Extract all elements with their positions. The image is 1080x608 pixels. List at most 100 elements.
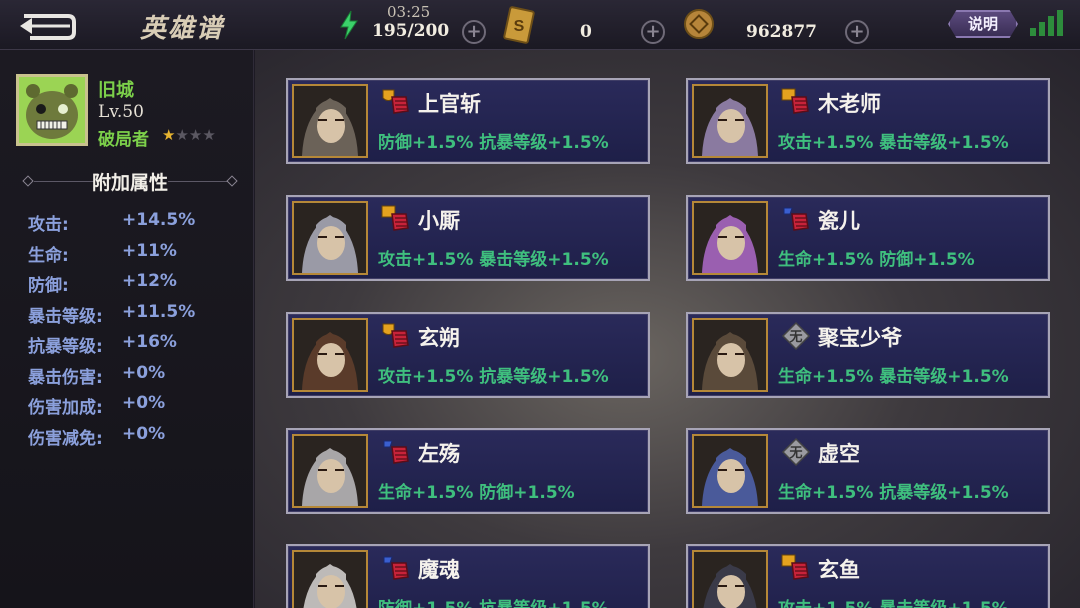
hero-stats: 攻击+1.5% 暴击等级+1.5% (378, 250, 609, 270)
player-level: Lv.50 (98, 102, 144, 122)
avatar[interactable] (16, 74, 88, 146)
hero-stats: 生命+1.5% 防御+1.5% (778, 250, 975, 270)
hero-stats: 生命+1.5% 抗暴等级+1.5% (778, 483, 1009, 503)
hero-card[interactable]: 小厮攻击+1.5% 暴击等级+1.5% (286, 195, 650, 281)
hero-portrait (292, 201, 368, 275)
attribute-value: +0% (122, 423, 166, 444)
neutral-badge-icon: 无 (780, 437, 812, 467)
hero-portrait (692, 434, 768, 508)
hero-portrait (692, 84, 768, 158)
star-empty-icon: ★ (175, 126, 189, 144)
attribute-value: +11.5% (122, 301, 196, 322)
hero-card[interactable]: 木老师攻击+1.5% 暴击等级+1.5% (686, 78, 1050, 164)
hero-card[interactable]: 瓷儿生命+1.5% 防御+1.5% (686, 195, 1050, 281)
hero-card[interactable]: 左殇 生命+1.5% 防御+1.5% (286, 428, 650, 514)
svg-text:无: 无 (788, 446, 802, 461)
attribute-row: 抗暴等级: +16% (28, 332, 248, 363)
top-bar: 英雄谱 03:25 195/200 + S 0 + 962877 + 说明 (0, 0, 1080, 50)
attribute-label: 生命: (28, 245, 69, 266)
add-coins-button[interactable]: + (845, 20, 869, 44)
hero-name: 瓷儿 (818, 209, 860, 233)
neutral-badge-icon: 无 (780, 321, 812, 351)
hero-portrait (292, 318, 368, 392)
coin-icon (684, 9, 714, 39)
hero-name: 玄朔 (418, 326, 460, 350)
attribute-label: 伤害减免: (28, 428, 103, 449)
player-name: 旧城 (98, 80, 134, 101)
star-filled-icon: ★ (162, 126, 176, 144)
attribute-label: 攻击: (28, 215, 69, 235)
hero-name: 魔魂 (418, 558, 460, 582)
divider-line-right (168, 181, 228, 182)
signal-icon (1030, 10, 1064, 36)
fist-icon (380, 437, 412, 467)
attribute-row: 生命: +11% (28, 241, 248, 272)
zombie-face-icon (19, 77, 85, 143)
shield-fist-icon (380, 87, 412, 117)
attribute-value: +14.5% (122, 210, 196, 230)
hero-portrait (692, 201, 768, 275)
attribute-list: 攻击: +14.5% 生命: +11% 防御: +12% 暴击等级: +11.5% 抗暴等级: +… (28, 210, 248, 454)
attribute-row: 暴击伤害: +0% (28, 363, 248, 394)
hero-portrait (692, 550, 768, 608)
back-arrow-icon[interactable] (18, 10, 78, 42)
stamina-value: 195/200 (372, 21, 450, 41)
hero-name: 玄鱼 (818, 558, 860, 582)
hero-card[interactable]: 上官斩防御+1.5% 抗暴等级+1.5% (286, 78, 650, 164)
hero-card[interactable]: 无 虚空生命+1.5% 抗暴等级+1.5% (686, 428, 1050, 514)
attribute-value: +12% (122, 271, 177, 291)
hero-stats: 防御+1.5% 抗暴等级+1.5% (378, 133, 609, 153)
player-rank: 破局者 (98, 130, 149, 150)
attribute-row: 防御: +12% (28, 271, 248, 302)
hero-card[interactable]: 魔魂防御+1.5% 抗暴等级+1.5% (286, 544, 650, 608)
lightning-icon (340, 10, 358, 40)
svg-text:无: 无 (788, 330, 802, 345)
hero-card[interactable]: 无 聚宝少爷 生命+1.5% 暴击等级+1.5% (686, 312, 1050, 398)
book-fist-icon (380, 204, 412, 234)
attribute-row: 伤害减免: +0% (28, 424, 248, 455)
star-empty-icon: ★ (188, 126, 203, 144)
hero-stats: 攻击+1.5% 暴击等级+1.5% (778, 594, 1009, 608)
svg-text:S: S (514, 18, 525, 35)
hero-portrait (292, 550, 368, 608)
player-panel: 旧城 Lv.50 破局者 ★★★★ 附加属性 攻击: +14.5% 生命: +11% 防… (0, 50, 254, 608)
cards-value: 0 (580, 22, 592, 42)
book-fist-icon (780, 553, 812, 583)
attribute-label: 暴击等级: (28, 306, 103, 327)
hero-portrait (292, 84, 368, 158)
fist-icon (380, 553, 412, 583)
shield-fist-icon (380, 321, 412, 351)
add-cards-button[interactable]: + (641, 20, 665, 44)
hero-name: 木老师 (818, 92, 881, 116)
hero-name: 上官斩 (418, 92, 481, 116)
star-empty-icon: ★ (202, 126, 216, 144)
hero-name: 左殇 (418, 442, 460, 466)
fist-icon (780, 204, 812, 234)
hero-name: 虚空 (818, 442, 860, 466)
hero-card[interactable]: 玄朔攻击+1.5% 抗暴等级+1.5% (286, 312, 650, 398)
stamina-timer: 03:25 (387, 3, 431, 21)
attribute-label: 伤害加成: (28, 398, 103, 418)
attribute-row: 伤害加成: +0% (28, 393, 248, 424)
coins-value: 962877 (746, 22, 817, 42)
add-stamina-button[interactable]: + (462, 20, 486, 44)
hero-grid: 上官斩防御+1.5% 抗暴等级+1.5% 木老师攻击+1.5% 暴击等级+1.5%… (255, 50, 1080, 608)
hero-stats: 攻击+1.5% 暴击等级+1.5% (778, 133, 1009, 153)
hero-portrait (692, 318, 768, 392)
card-ticket-icon: S (503, 6, 535, 44)
hero-stats: 攻击+1.5% 抗暴等级+1.5% (378, 367, 609, 387)
attribute-value: +16% (122, 332, 177, 352)
attribute-label: 抗暴等级: (28, 337, 103, 357)
help-button[interactable]: 说明 (948, 10, 1018, 38)
page-title: 英雄谱 (140, 14, 225, 44)
rank-stars: ★★★★ (162, 126, 216, 144)
hero-portrait (292, 434, 368, 508)
hero-name: 小厮 (418, 209, 460, 233)
attribute-label: 暴击伤害: (28, 367, 103, 388)
book-fist-icon (780, 87, 812, 117)
attribute-value: +0% (122, 393, 166, 413)
attribute-label: 防御: (28, 276, 69, 296)
hero-card[interactable]: 玄鱼攻击+1.5% 暴击等级+1.5% (686, 544, 1050, 608)
hero-stats: 防御+1.5% 抗暴等级+1.5% (378, 594, 609, 608)
attribute-value: +11% (122, 240, 177, 261)
